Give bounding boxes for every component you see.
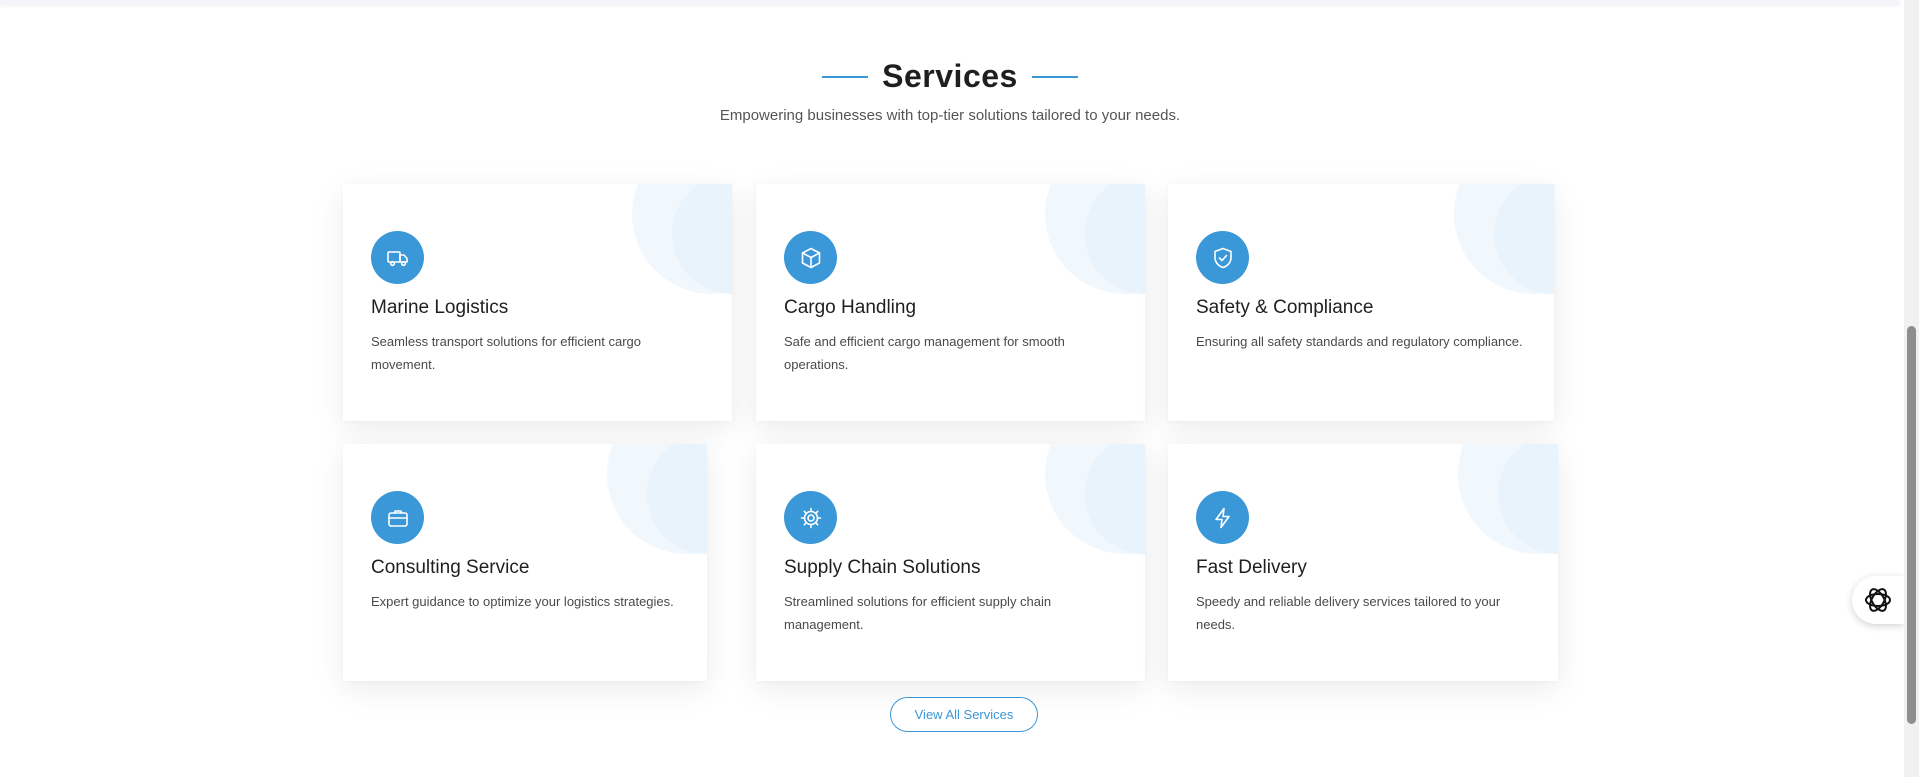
service-title: Fast Delivery [1196,557,1307,578]
gear-icon [784,491,837,544]
service-card-fast-delivery[interactable]: Fast Delivery Speedy and reliable delive… [1168,444,1558,681]
card-decoration [607,444,707,554]
service-title: Consulting Service [371,557,530,578]
service-description: Ensuring all safety standards and regula… [1196,334,1523,349]
title-line-left [822,75,869,78]
shield-check-icon [1196,231,1249,284]
openai-logo-icon [1865,588,1891,612]
scrollbar-thumb[interactable] [1907,326,1916,724]
service-card-safety-compliance[interactable]: Safety & Compliance Ensuring all safety … [1168,184,1554,421]
section-subtitle: Empowering businesses with top-tier solu… [719,107,1181,124]
chat-widget-button[interactable] [1852,576,1904,624]
top-section-edge [0,0,1900,5]
service-description: Safe and efficient cargo management for … [784,334,1065,372]
briefcase-icon [371,491,424,544]
service-card-cargo-handling[interactable]: Cargo Handling Safe and efficient cargo … [756,184,1145,421]
card-decoration [1454,184,1554,294]
section-title: Services [882,58,1018,94]
title-line-right [1031,75,1078,78]
service-description: Expert guidance to optimize your logisti… [371,594,674,609]
view-all-services-button[interactable]: View All Services [890,697,1038,732]
service-card-supply-chain[interactable]: Supply Chain Solutions Streamlined solut… [756,444,1145,681]
service-description: Speedy and reliable delivery services ta… [1196,594,1501,632]
card-decoration [1045,444,1145,554]
box-icon [784,231,837,284]
service-title: Safety & Compliance [1196,297,1374,318]
service-description: Seamless transport solutions for efficie… [371,334,642,372]
card-decoration [1045,184,1145,294]
title-row: Services [0,58,1900,95]
service-title: Marine Logistics [371,297,509,318]
services-header: Services Empowering businesses with top-… [0,58,1900,124]
service-title: Cargo Handling [784,297,917,318]
card-decoration [1458,444,1558,554]
card-decoration [632,184,732,294]
service-title: Supply Chain Solutions [784,557,981,578]
lightning-icon [1196,491,1249,544]
service-card-marine-logistics[interactable]: Marine Logistics Seamless transport solu… [343,184,732,421]
service-description: Streamlined solutions for efficient supp… [784,594,1052,632]
truck-icon [371,231,424,284]
service-card-consulting[interactable]: Consulting Service Expert guidance to op… [343,444,707,681]
